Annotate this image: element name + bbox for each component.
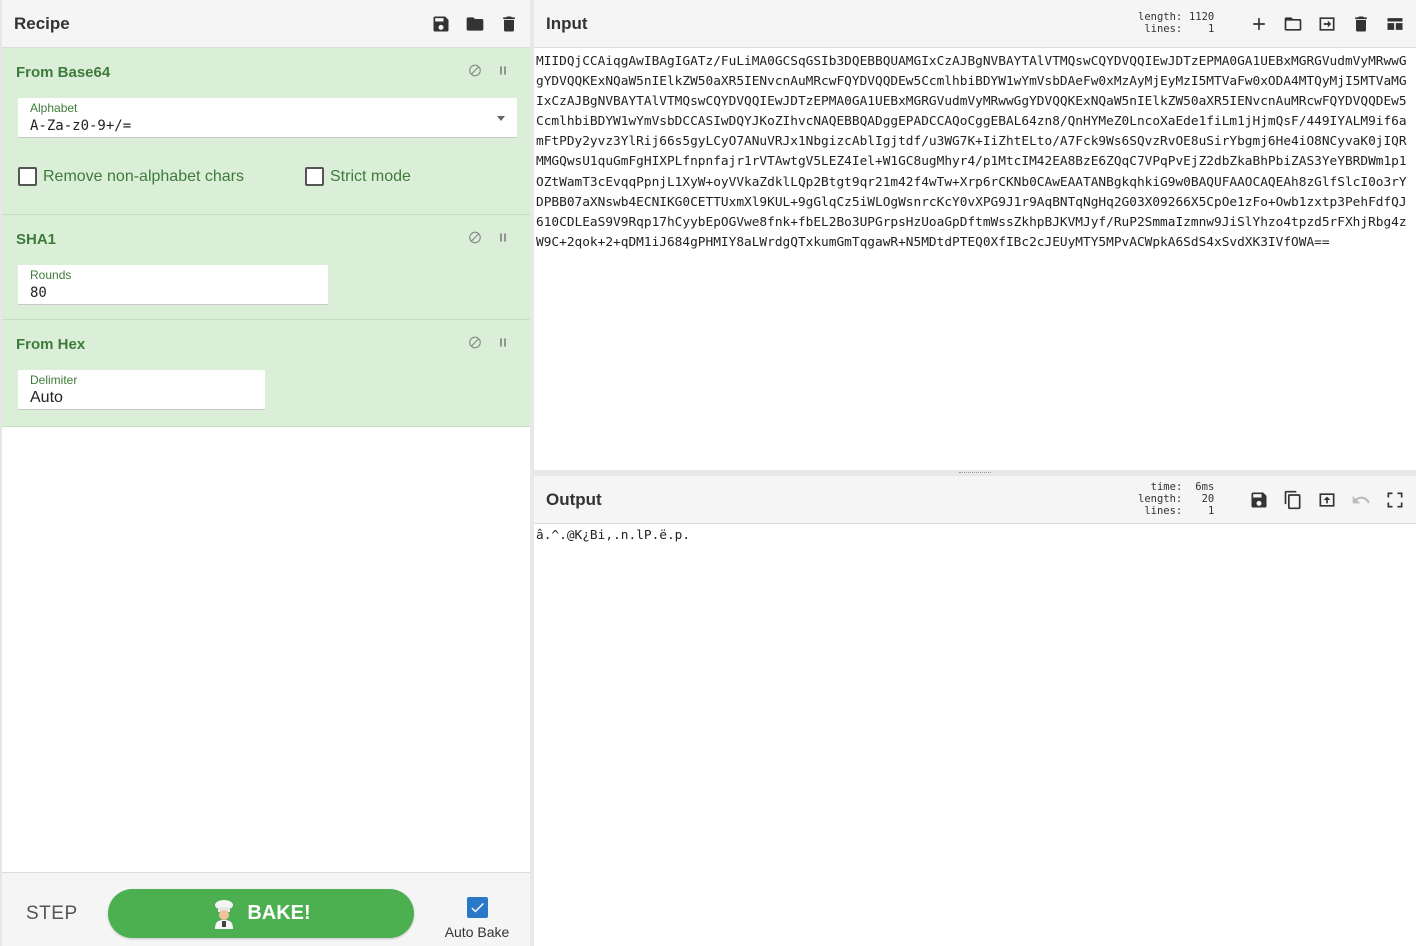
auto-bake-label: Auto Bake xyxy=(444,924,510,940)
strict-mode-label: Strict mode xyxy=(330,167,411,185)
save-recipe-icon[interactable] xyxy=(430,13,452,35)
checkbox-box[interactable] xyxy=(18,167,37,186)
recipe-title: Recipe xyxy=(14,13,70,33)
layout-icon[interactable] xyxy=(1384,13,1406,35)
remove-non-alphabet-label: Remove non-alphabet chars xyxy=(43,167,245,185)
bake-button[interactable]: BAKE! xyxy=(108,889,414,938)
lines-label: lines: xyxy=(1144,23,1183,35)
input-stats: length: 1120 lines: 1 xyxy=(1138,11,1214,35)
output-textarea[interactable]: â.^.@K¿Bi,.n.lP.ë.p. xyxy=(536,528,690,543)
operation-title: From Base64 xyxy=(16,64,111,81)
drag-handle-icon[interactable] xyxy=(959,472,991,474)
strict-mode-checkbox[interactable]: Strict mode xyxy=(305,167,411,186)
operation-from-base64: From Base64 Alphabet A-Za-z0-9+/= Remove… xyxy=(2,48,530,215)
lines-label: lines: xyxy=(1144,505,1183,517)
rounds-label: Rounds xyxy=(30,268,72,282)
clear-input-trash-icon[interactable] xyxy=(1350,13,1372,35)
output-header: Output time: 6ms length: 20 lines: 1 xyxy=(534,476,1416,524)
alphabet-select[interactable]: Alphabet A-Za-z0-9+/= xyxy=(18,98,517,138)
alphabet-value: A-Za-z0-9+/= xyxy=(30,118,132,134)
rounds-value: 80 xyxy=(30,285,47,301)
time-value: 6ms xyxy=(1195,481,1215,493)
lines-value: 1 xyxy=(1207,23,1215,35)
disable-operation-icon[interactable] xyxy=(468,63,482,77)
remove-non-alphabet-checkbox[interactable]: Remove non-alphabet chars xyxy=(18,167,244,186)
recipe-footer: STEP BAKE! Auto Bake xyxy=(2,872,530,946)
delimiter-select[interactable]: Delimiter Auto xyxy=(18,370,265,410)
open-folder-icon[interactable] xyxy=(1282,13,1304,35)
delimiter-value: Auto xyxy=(30,389,63,406)
output-stats: time: 6ms length: 20 lines: 1 xyxy=(1138,481,1214,517)
operation-sha1: SHA1 Rounds 80 xyxy=(2,215,530,320)
input-title: Input xyxy=(546,13,588,33)
pause-operation-icon[interactable] xyxy=(496,63,510,77)
operation-title: SHA1 xyxy=(16,231,57,248)
recipe-header: Recipe xyxy=(2,0,530,48)
checkmark-icon[interactable] xyxy=(466,897,488,918)
alphabet-label: Alphabet xyxy=(30,101,78,115)
length-label: length: xyxy=(1138,11,1183,23)
auto-bake-checkbox[interactable]: Auto Bake xyxy=(442,897,512,940)
input-panel: Input length: 1120 lines: 1 MIIDQjCCAiqgAw… xyxy=(534,0,1416,470)
output-title: Output xyxy=(546,489,602,509)
disable-operation-icon[interactable] xyxy=(468,230,482,244)
chef-icon xyxy=(211,899,237,929)
length-value: 20 xyxy=(1201,493,1215,505)
copy-icon[interactable] xyxy=(1282,489,1304,511)
operation-title: From Hex xyxy=(16,336,86,353)
input-header: Input length: 1120 lines: 1 xyxy=(534,0,1416,48)
save-output-icon[interactable] xyxy=(1248,489,1270,511)
clear-recipe-trash-icon[interactable] xyxy=(498,13,520,35)
delimiter-label: Delimiter xyxy=(30,373,78,387)
pause-operation-icon[interactable] xyxy=(496,230,510,244)
bake-label: BAKE! xyxy=(247,902,311,924)
checkbox-box[interactable] xyxy=(305,167,324,186)
length-label: length: xyxy=(1138,493,1183,505)
import-file-icon[interactable] xyxy=(1316,13,1338,35)
step-button[interactable]: STEP xyxy=(26,903,78,925)
lines-value: 1 xyxy=(1207,505,1215,517)
add-input-plus-icon[interactable] xyxy=(1248,13,1270,35)
load-recipe-folder-icon[interactable] xyxy=(464,13,486,35)
input-textarea[interactable]: MIIDQjCCAiqgAwIBAgIGATz/FuLiMA0GCSqGSIb3… xyxy=(536,52,1414,253)
operation-from-hex: From Hex Delimiter Auto xyxy=(2,320,530,427)
replace-input-icon[interactable] xyxy=(1316,489,1338,511)
fullscreen-icon[interactable] xyxy=(1384,489,1406,511)
chevron-down-icon xyxy=(497,116,505,121)
length-value: 1120 xyxy=(1188,11,1215,23)
output-panel: Output time: 6ms length: 20 lines: 1 â.^.@K… xyxy=(534,476,1416,946)
recipe-panel: Recipe From Base64 Alphabet A-Za-z0-9+/= xyxy=(0,0,530,946)
time-label: time: xyxy=(1150,481,1183,493)
rounds-input[interactable]: Rounds 80 xyxy=(18,265,328,305)
disable-operation-icon[interactable] xyxy=(468,335,482,349)
undo-icon xyxy=(1350,489,1372,511)
pause-operation-icon[interactable] xyxy=(496,335,510,349)
